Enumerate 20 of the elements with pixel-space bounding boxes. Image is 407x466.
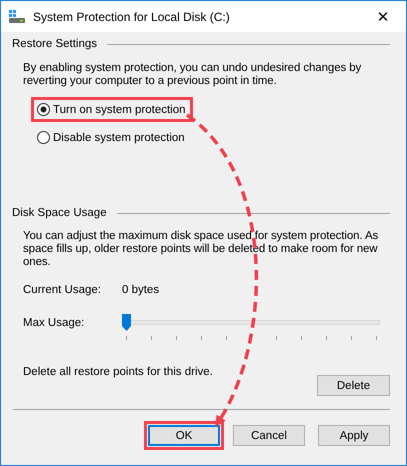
radio-option[interactable]: Disable system protection [31, 125, 192, 150]
group-heading: Restore Settings [12, 38, 98, 50]
field-label: Current Usage: [23, 284, 102, 296]
description-text: By enabling system protection, you can undo undesired changes by reverting your computer to a previous point in time. [23, 62, 362, 88]
dialog-button[interactable]: Cancel [233, 425, 305, 446]
group-heading: Disk Space Usage [12, 207, 107, 219]
window-title: System Protection for Local Disk (C:) [33, 10, 231, 24]
close-button[interactable]: ✕ [360, 1, 406, 32]
description-text: You can adjust the maximum disk space used for system protection. As space fills up, older restore points will be deleted to make room for new ones. [23, 230, 380, 269]
usage-value: 0 bytes [122, 284, 160, 296]
field-label: Max Usage: [23, 317, 86, 329]
slider-thumb[interactable] [122, 314, 131, 331]
dialog-button[interactable]: Apply [318, 425, 390, 446]
radio-button[interactable] [37, 103, 50, 116]
delete-description: Delete all restore points for this drive. [23, 366, 213, 380]
delete-button[interactable]: Delete [317, 375, 390, 396]
dialog-button[interactable]: OK [148, 425, 220, 446]
disk-drive-icon [9, 10, 25, 24]
radio-option[interactable]: Turn on system protection [31, 97, 193, 122]
radio-button[interactable] [37, 131, 50, 144]
